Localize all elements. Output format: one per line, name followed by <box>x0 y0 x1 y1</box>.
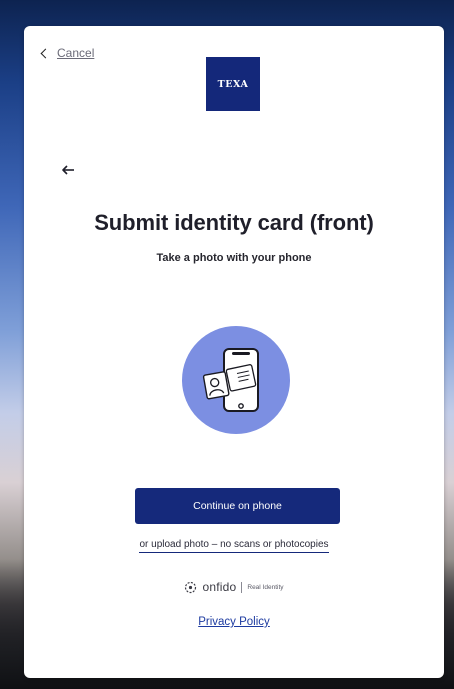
onfido-brand: onfido <box>202 580 237 594</box>
upload-photo-option: or upload photo – no scans or photocopie… <box>24 539 444 553</box>
cancel-link[interactable]: Cancel <box>40 46 95 60</box>
phone-id-card-illustration <box>182 326 290 434</box>
texa-logo: TEXA <box>206 57 260 111</box>
onfido-logo-icon <box>185 581 197 593</box>
chevron-left-icon <box>40 48 51 58</box>
branding-divider <box>241 581 243 593</box>
cancel-label: Cancel <box>57 46 95 60</box>
page-title: Submit identity card (front) <box>94 210 374 235</box>
privacy-policy-link[interactable]: Privacy Policy <box>198 616 270 628</box>
back-arrow-icon <box>62 165 74 175</box>
back-button[interactable] <box>60 162 78 178</box>
continue-on-phone-button[interactable]: Continue on phone <box>135 488 340 524</box>
onfido-branding: onfido Real Identity <box>24 580 444 594</box>
verification-card: Cancel TEXA Submit identity card (front)… <box>24 26 444 678</box>
onfido-tagline: Real Identity <box>247 583 284 591</box>
privacy-policy: Privacy Policy <box>24 616 444 628</box>
page-subtitle: Take a photo with your phone <box>156 252 312 264</box>
upload-photo-link[interactable]: or upload photo – no scans or photocopie… <box>139 539 329 553</box>
